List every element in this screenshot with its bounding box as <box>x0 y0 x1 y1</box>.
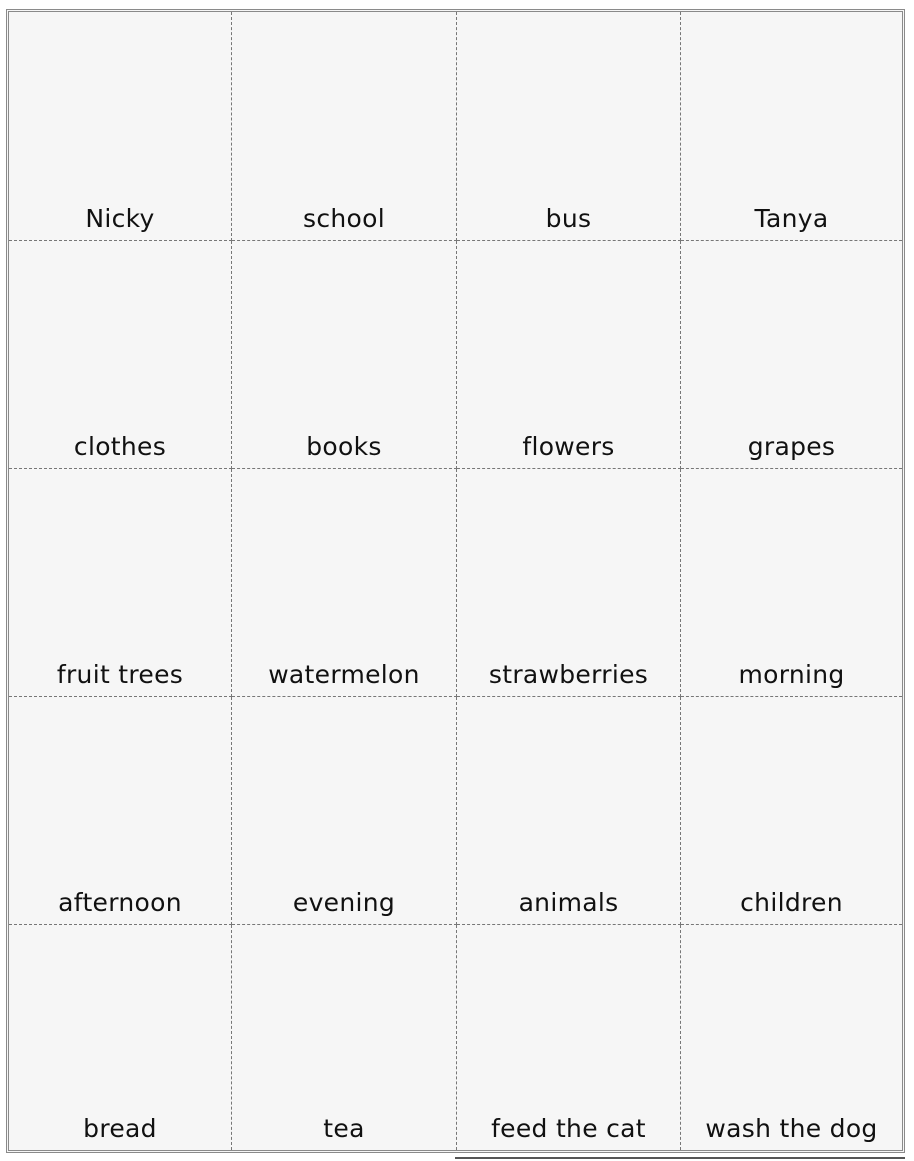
card-word: books <box>306 432 382 461</box>
card-word: bus <box>545 204 592 233</box>
word-card: tea <box>232 925 457 1150</box>
word-card: wash the dog <box>681 925 902 1150</box>
card-word: feed the cat <box>491 1114 646 1143</box>
card-word: children <box>740 888 843 917</box>
word-card: morning <box>681 469 902 697</box>
word-card: bus <box>457 12 681 241</box>
card-word: Nicky <box>85 204 155 233</box>
word-card: bread <box>9 925 232 1150</box>
card-word: morning <box>738 660 845 689</box>
word-card: watermelon <box>232 469 457 697</box>
card-word: flowers <box>522 432 615 461</box>
card-word: school <box>303 204 385 233</box>
word-card: books <box>232 241 457 469</box>
card-word: tea <box>323 1114 365 1143</box>
card-word: grapes <box>747 432 836 461</box>
card-word: clothes <box>73 432 167 461</box>
word-card: feed the cat <box>457 925 681 1150</box>
word-card: clothes <box>9 241 232 469</box>
word-card: children <box>681 697 902 925</box>
card-word: Tanya <box>754 204 829 233</box>
card-word: wash the dog <box>705 1114 878 1143</box>
card-word: fruit trees <box>56 660 184 689</box>
word-card-sheet: Nicky school bus Tanya clothes books flo… <box>6 9 905 1153</box>
word-card: animals <box>457 697 681 925</box>
word-card: strawberries <box>457 469 681 697</box>
card-word: strawberries <box>488 660 649 689</box>
word-card: afternoon <box>9 697 232 925</box>
word-card: flowers <box>457 241 681 469</box>
word-card: grapes <box>681 241 902 469</box>
card-word: evening <box>292 888 396 917</box>
card-word: animals <box>518 888 619 917</box>
word-card: evening <box>232 697 457 925</box>
word-card: school <box>232 12 457 241</box>
word-card: Tanya <box>681 12 902 241</box>
card-word: afternoon <box>58 888 182 917</box>
card-grid: Nicky school bus Tanya clothes books flo… <box>9 12 902 1150</box>
bottom-edge-line <box>455 1157 905 1159</box>
word-card: fruit trees <box>9 469 232 697</box>
card-word: watermelon <box>268 660 420 689</box>
word-card: Nicky <box>9 12 232 241</box>
card-word: bread <box>83 1114 157 1143</box>
